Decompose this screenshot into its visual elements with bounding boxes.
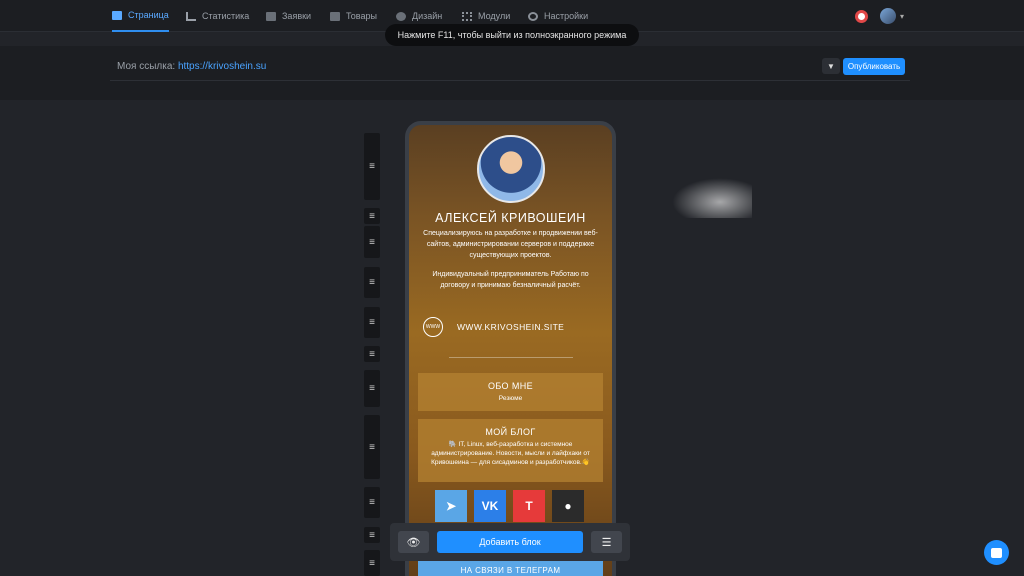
block-drag-handle[interactable]: ≡: [364, 208, 380, 224]
dropdown-button[interactable]: ▼: [822, 58, 840, 74]
user-controls: ▾: [854, 8, 904, 24]
tab-page[interactable]: Страница: [112, 0, 169, 32]
tab-requests[interactable]: Заявки: [266, 0, 311, 32]
tab-products[interactable]: Товары: [330, 0, 377, 32]
adjust-button[interactable]: ☰: [591, 531, 622, 553]
stats-icon: [186, 11, 196, 21]
vk-icon[interactable]: VK: [474, 490, 506, 522]
github-icon[interactable]: ●: [552, 490, 584, 522]
link-bar: Моя ссылка: https://krivoshein.su ▼ Опуб…: [0, 46, 1024, 100]
chevron-down-icon: ▼: [827, 61, 835, 71]
tab-label: Страница: [128, 10, 169, 20]
card-subtitle: Резюме: [498, 395, 523, 402]
tab-label: Настройки: [544, 11, 589, 21]
about-card[interactable]: ОБО МНЕ Резюме: [418, 373, 603, 411]
drag-handle-icon: ≡: [369, 210, 375, 222]
my-link: Моя ссылка: https://krivoshein.su: [117, 61, 266, 72]
drag-handle-icon: ≡: [369, 557, 375, 569]
social-links: ➤ VK T ●: [435, 490, 584, 522]
drag-handle-icon: ≡: [369, 236, 375, 248]
block-drag-handle[interactable]: ≡: [364, 267, 380, 298]
phone-preview: АЛЕКСЕЙ КРИВОШЕИН Специализируюсь на раз…: [405, 121, 616, 576]
help-lifebuoy-icon[interactable]: [854, 9, 868, 23]
card-subtitle: 🐘 IT, Linux, веб-разработка и системное …: [431, 441, 590, 466]
sliders-icon: ☰: [601, 536, 612, 549]
requests-icon: [266, 11, 276, 21]
chat-icon: [991, 547, 1002, 558]
drag-handle-icon: ≡: [369, 161, 375, 172]
modules-icon: [462, 11, 472, 21]
block-drag-handle[interactable]: ≡: [364, 307, 380, 338]
profile-business-info: Индивидуальный предприниматель Работаю п…: [432, 271, 589, 289]
block-drag-handle[interactable]: ≡: [364, 550, 380, 576]
bottom-toolbar: 👁 Добавить блок ☰: [390, 523, 630, 561]
drag-handle-icon: ≡: [369, 529, 375, 541]
blog-card[interactable]: МОЙ БЛОГ 🐘 IT, Linux, веб-разработка и с…: [418, 419, 603, 482]
settings-icon: [528, 11, 538, 21]
user-avatar[interactable]: [879, 8, 896, 24]
tenchat-icon[interactable]: T: [513, 490, 545, 522]
link-underline: [110, 80, 910, 81]
tab-label: Товары: [346, 11, 377, 21]
products-icon: [330, 11, 340, 21]
block-drag-handle[interactable]: ≡: [364, 133, 380, 200]
chat-widget-button[interactable]: [984, 540, 1009, 565]
drag-handle-icon: ≡: [369, 348, 375, 360]
card-title: МОЙ БЛОГ: [485, 427, 536, 437]
decorative-smudge: [672, 178, 752, 218]
telegram-contact-button[interactable]: НА СВЯЗИ В ТЕЛЕГРАМ: [418, 559, 603, 576]
chevron-down-icon[interactable]: ▾: [900, 12, 904, 21]
page-icon: [112, 10, 122, 20]
website-text: WWW.KRIVOSHEIN.SITE: [457, 322, 565, 332]
globe-icon: WWW: [423, 317, 443, 337]
profile-photo: [477, 135, 545, 203]
block-drag-handle[interactable]: ≡: [364, 346, 380, 362]
drag-handle-icon: ≡: [369, 277, 375, 288]
tab-label: Заявки: [282, 11, 312, 21]
my-link-url[interactable]: https://krivoshein.su: [178, 61, 266, 72]
card-title: ОБО МНЕ: [487, 381, 534, 391]
block-drag-handle[interactable]: ≡: [364, 487, 380, 518]
divider: [449, 357, 573, 358]
profile-name: АЛЕКСЕЙ КРИВОШЕИН: [435, 211, 586, 225]
drag-handle-icon: ≡: [369, 497, 375, 508]
design-icon: [396, 11, 406, 21]
block-drag-handle[interactable]: ≡: [364, 527, 380, 543]
block-drag-handle[interactable]: ≡: [364, 226, 380, 258]
tab-label: Статистика: [202, 11, 250, 21]
block-drag-handle[interactable]: ≡: [364, 415, 380, 479]
preview-button[interactable]: 👁: [398, 531, 429, 553]
telegram-icon[interactable]: ➤: [435, 490, 467, 522]
fullscreen-toast: Нажмите F11, чтобы выйти из полноэкранно…: [385, 24, 639, 46]
my-link-label: Моя ссылка:: [117, 61, 176, 72]
tab-label: Модули: [478, 11, 511, 21]
drag-handle-icon: ≡: [369, 383, 375, 394]
drag-handle-icon: ≡: [369, 441, 375, 453]
add-block-button[interactable]: Добавить блок: [437, 531, 583, 553]
eye-icon: 👁: [406, 536, 421, 549]
publish-button[interactable]: Опубликовать: [843, 58, 905, 75]
profile-description: Специализируюсь на разработке и продвиже…: [423, 230, 598, 259]
tab-statistics[interactable]: Статистика: [186, 0, 249, 32]
website-link[interactable]: WWW WWW.KRIVOSHEIN.SITE: [423, 317, 598, 337]
drag-handle-icon: ≡: [369, 317, 375, 328]
tab-label: Дизайн: [412, 11, 443, 21]
block-drag-handle[interactable]: ≡: [364, 370, 380, 407]
